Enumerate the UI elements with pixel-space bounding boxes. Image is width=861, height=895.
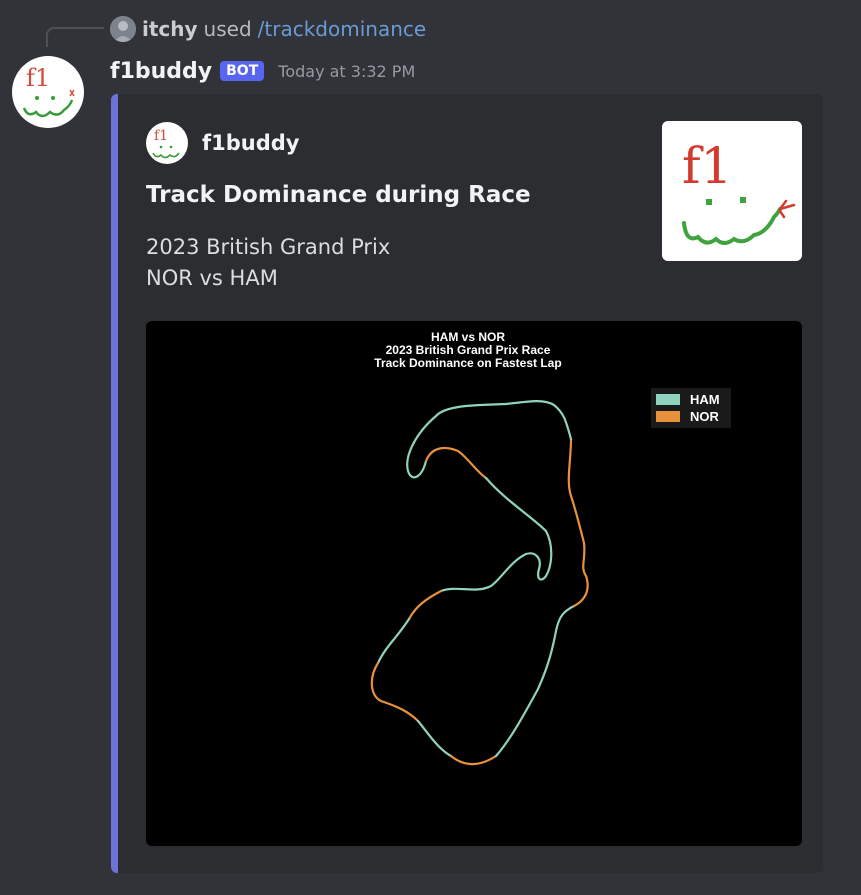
replied-username[interactable]: itchy	[142, 17, 198, 41]
replied-user-avatar[interactable]	[110, 16, 136, 42]
embed-title: Track Dominance during Race	[146, 182, 531, 208]
bot-avatar[interactable]: f1	[12, 56, 84, 128]
embed-author-name: f1buddy	[202, 131, 300, 155]
bot-badge: BOT	[220, 61, 265, 81]
legend-label: HAM	[690, 392, 720, 407]
track-dominance-chart: HAM vs NOR 2023 British Grand Prix Race …	[370, 330, 731, 765]
svg-text:f1: f1	[154, 128, 168, 144]
embed-description: 2023 British Grand Prix NOR vs HAM	[146, 232, 390, 294]
chart-title-line: HAM vs NOR	[431, 330, 505, 344]
track-segment-ham	[416, 719, 453, 758]
track-segment-nor	[449, 754, 498, 765]
thumbnail-f1-text: f1	[682, 137, 732, 195]
track-segment-ham	[494, 604, 576, 758]
track-segment-ham	[406, 402, 508, 479]
message-header: f1buddy BOT Today at 3:32 PM	[110, 54, 415, 88]
track-segment-nor	[407, 589, 443, 621]
embed-author: f1 f1buddy	[146, 122, 299, 164]
track-segment-ham	[504, 400, 573, 441]
legend-swatch-ham	[656, 394, 680, 405]
chart-legend: HAM NOR	[651, 388, 731, 428]
author-username[interactable]: f1buddy	[110, 59, 212, 84]
embed-description-line: NOR vs HAM	[146, 266, 278, 290]
track-segment-nor	[424, 446, 488, 480]
embed-description-line: 2023 British Grand Prix	[146, 235, 391, 259]
legend-swatch-nor	[656, 411, 680, 422]
track-outline	[370, 400, 589, 765]
legend-label: NOR	[690, 409, 720, 424]
track-dominance-chart-image[interactable]: HAM vs NOR 2023 British Grand Prix Race …	[146, 321, 802, 846]
reply-connector	[46, 27, 104, 47]
chart-title-line: Track Dominance on Fastest Lap	[374, 356, 561, 370]
track-segment-ham	[376, 617, 411, 665]
message-timestamp[interactable]: Today at 3:32 PM	[278, 62, 415, 81]
embed-thumbnail[interactable]: f1	[662, 121, 802, 261]
avatar-f1-text: f1	[26, 64, 50, 92]
reply-context[interactable]: itchy used /trackdominance	[110, 15, 426, 43]
message-embed: f1 f1buddy Track Dominance during Race 2…	[111, 94, 823, 873]
slash-command-link[interactable]: /trackdominance	[258, 17, 427, 41]
chart-title-line: 2023 British Grand Prix Race	[386, 343, 551, 357]
reply-used-text: used	[203, 17, 252, 41]
embed-author-icon: f1	[146, 122, 188, 164]
track-segment-ham	[439, 476, 553, 593]
track-segment-nor	[567, 437, 589, 608]
track-segment-nor	[370, 661, 420, 723]
